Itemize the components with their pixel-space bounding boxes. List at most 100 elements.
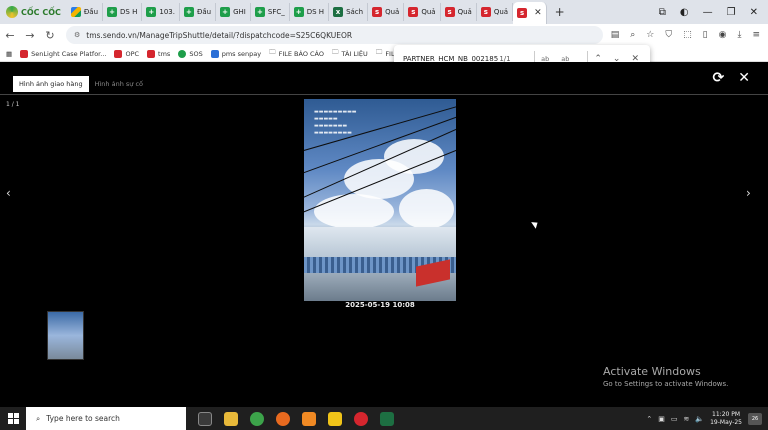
back-icon[interactable]: ← xyxy=(0,29,20,42)
bookmark-star-icon[interactable]: ☆ xyxy=(646,30,654,40)
photo-thumbnail[interactable] xyxy=(47,311,84,360)
browser-tab[interactable]: s Quả xyxy=(404,3,441,21)
image-counter: 1 / 1 xyxy=(6,101,20,108)
restore-icon[interactable]: ❐ xyxy=(727,7,736,18)
watermark-subtitle: Go to Settings to activate Windows. xyxy=(603,380,729,388)
browser-tab[interactable]: s Quả xyxy=(477,3,514,21)
tab-label: 103. xyxy=(159,8,175,16)
tab-search-icon[interactable]: ⧉ xyxy=(659,7,666,18)
start-button[interactable] xyxy=(0,413,26,424)
extensions-icon[interactable]: ⬚ xyxy=(683,30,692,40)
forward-icon[interactable]: → xyxy=(20,29,40,42)
taskbar-apps xyxy=(186,411,394,426)
browser-tab[interactable]: s Quả xyxy=(441,3,477,21)
browser-tab-active[interactable]: s ✕ xyxy=(513,2,547,24)
sendo-icon: s xyxy=(372,7,383,17)
bookmark-folder[interactable]: 🗀 TÀI LIỆU xyxy=(332,48,368,59)
next-image-icon[interactable]: › xyxy=(746,186,751,200)
prev-image-icon[interactable]: ‹ xyxy=(6,186,11,200)
show-hidden-icon[interactable]: ⌃ xyxy=(646,415,652,423)
menu-icon[interactable]: ≡ xyxy=(752,30,760,40)
coccoc-logo[interactable]: CỐC CỐC xyxy=(0,0,67,24)
apps-icon[interactable]: ▦ xyxy=(6,50,12,58)
browser-tab[interactable]: +103. xyxy=(142,3,180,21)
browser-tab-strip: CỐC CỐC Đầu + DS H +103. + Đầu + GHI + SFC_ … xyxy=(0,0,768,24)
address-actions: ▤ ⌕ ☆ ⛉ ⬚ ▯ ◉ ⤓ ≡ xyxy=(603,30,768,40)
tab-label: Sách xyxy=(346,8,364,16)
bookmark-folder[interactable]: 🗀 FILE BÁO CÁO xyxy=(269,48,324,59)
browser-tab[interactable]: s Quả xyxy=(368,3,405,21)
account-icon[interactable]: ◉ xyxy=(719,30,727,40)
sheets-icon: + xyxy=(146,7,157,17)
windows-taskbar: ⌕ Type here to search ⌃ ▣ ▭ ≋ 🔈 11:20 PM… xyxy=(0,407,768,430)
tab-label: SFC_ xyxy=(267,8,285,16)
bookmark-label: tms xyxy=(158,49,171,58)
bookmark-item[interactable]: pms senpay xyxy=(210,49,261,58)
excel-icon: x xyxy=(333,7,344,17)
minimize-icon[interactable]: — xyxy=(703,7,713,18)
close-tab-icon[interactable]: ✕ xyxy=(534,8,542,18)
reload-icon[interactable]: ↻ xyxy=(40,29,60,42)
bookmark-item[interactable]: SOS xyxy=(178,49,203,58)
close-viewer-icon[interactable]: ✕ xyxy=(738,70,750,86)
profile-icon[interactable]: ◐ xyxy=(680,7,689,18)
rotate-icon[interactable]: ⟳ xyxy=(713,70,725,86)
new-tab-icon[interactable]: + xyxy=(547,5,573,19)
bookmark-item[interactable]: tms xyxy=(147,49,171,58)
folder-icon: 🗀 xyxy=(375,48,383,56)
close-window-icon[interactable]: ✕ xyxy=(750,7,758,18)
sticky-notes-icon[interactable] xyxy=(328,411,342,426)
page-info-icon[interactable]: ▤ xyxy=(611,30,620,40)
download-icon[interactable]: ⤓ xyxy=(737,30,741,40)
photo-cloud xyxy=(399,189,454,229)
folder-icon: 🗀 xyxy=(269,48,276,56)
sendo-icon xyxy=(147,49,156,58)
sendo-icon: s xyxy=(408,7,419,17)
shield-icon[interactable]: ⛉ xyxy=(665,30,672,40)
tab-label: Quả xyxy=(421,8,436,16)
browser-tab[interactable]: + SFC_ xyxy=(251,3,290,21)
tab-label: Quả xyxy=(385,8,400,16)
window-controls: ⧉ ◐ — ❐ ✕ xyxy=(659,0,768,24)
delivery-photo[interactable]: ▬▬▬▬▬▬▬▬▬ ▬▬▬▬▬ ▬▬▬▬▬▬▬ ▬▬▬▬▬▬▬▬ xyxy=(304,99,456,301)
address-bar[interactable]: ⚙ tms.sendo.vn/ManageTripShuttle/detail/… xyxy=(66,26,603,44)
excel-taskbar-icon[interactable] xyxy=(380,411,394,426)
browser-tab[interactable]: + Đầu xyxy=(180,3,217,21)
app-icon[interactable] xyxy=(302,411,316,426)
bookmark-item[interactable]: SenLight Case Platfor... xyxy=(20,49,106,58)
sendo-icon xyxy=(114,49,123,58)
taskbar-clock[interactable]: 11:20 PM 19-May-25 xyxy=(710,411,742,427)
tab-label: Quả xyxy=(493,8,509,16)
activate-windows-watermark: Activate Windows Go to Settings to activ… xyxy=(603,365,728,388)
battery-icon[interactable]: ▭ xyxy=(671,415,678,423)
zoom-icon[interactable]: ⌕ xyxy=(630,30,635,40)
browser-tab[interactable]: + GHI xyxy=(216,3,251,21)
notification-icon[interactable]: 26 xyxy=(748,412,762,425)
browser-tab[interactable]: + DS H xyxy=(103,3,143,21)
task-view-icon[interactable] xyxy=(198,411,212,426)
search-icon: ⌕ xyxy=(36,413,41,423)
app-icon[interactable] xyxy=(276,411,290,426)
app-icon[interactable] xyxy=(354,411,368,426)
taskbar-search[interactable]: ⌕ Type here to search xyxy=(26,407,186,430)
bookmark-label: FILE BÁO CÁO xyxy=(278,49,324,58)
browser-tab[interactable]: Đầu xyxy=(67,3,104,21)
file-explorer-icon[interactable] xyxy=(224,411,238,426)
browser-tab[interactable]: + DS H xyxy=(290,3,330,21)
tab-label: Đầu xyxy=(83,8,99,16)
network-icon[interactable]: ≋ xyxy=(684,415,690,423)
sendo-icon: s xyxy=(444,7,455,17)
coccoc-taskbar-icon[interactable] xyxy=(250,411,264,426)
pms-icon xyxy=(210,49,219,58)
tab-incident-images[interactable]: Hình ảnh sự cố xyxy=(89,76,149,92)
volume-icon[interactable]: 🔈 xyxy=(695,415,704,423)
tab-label: Đầu xyxy=(196,8,212,16)
tray-app-icon[interactable]: ▣ xyxy=(658,415,665,423)
site-info-icon[interactable]: ⚙ xyxy=(74,31,80,39)
sidebar-icon[interactable]: ▯ xyxy=(703,30,708,40)
tab-delivery-images[interactable]: Hình ảnh giao hàng xyxy=(13,76,89,92)
browser-tab[interactable]: x Sách xyxy=(329,3,369,21)
bookmark-item[interactable]: OPC xyxy=(114,49,139,58)
sheets-icon: + xyxy=(220,7,231,17)
viewer-tools: ⟳ ✕ xyxy=(713,70,750,86)
